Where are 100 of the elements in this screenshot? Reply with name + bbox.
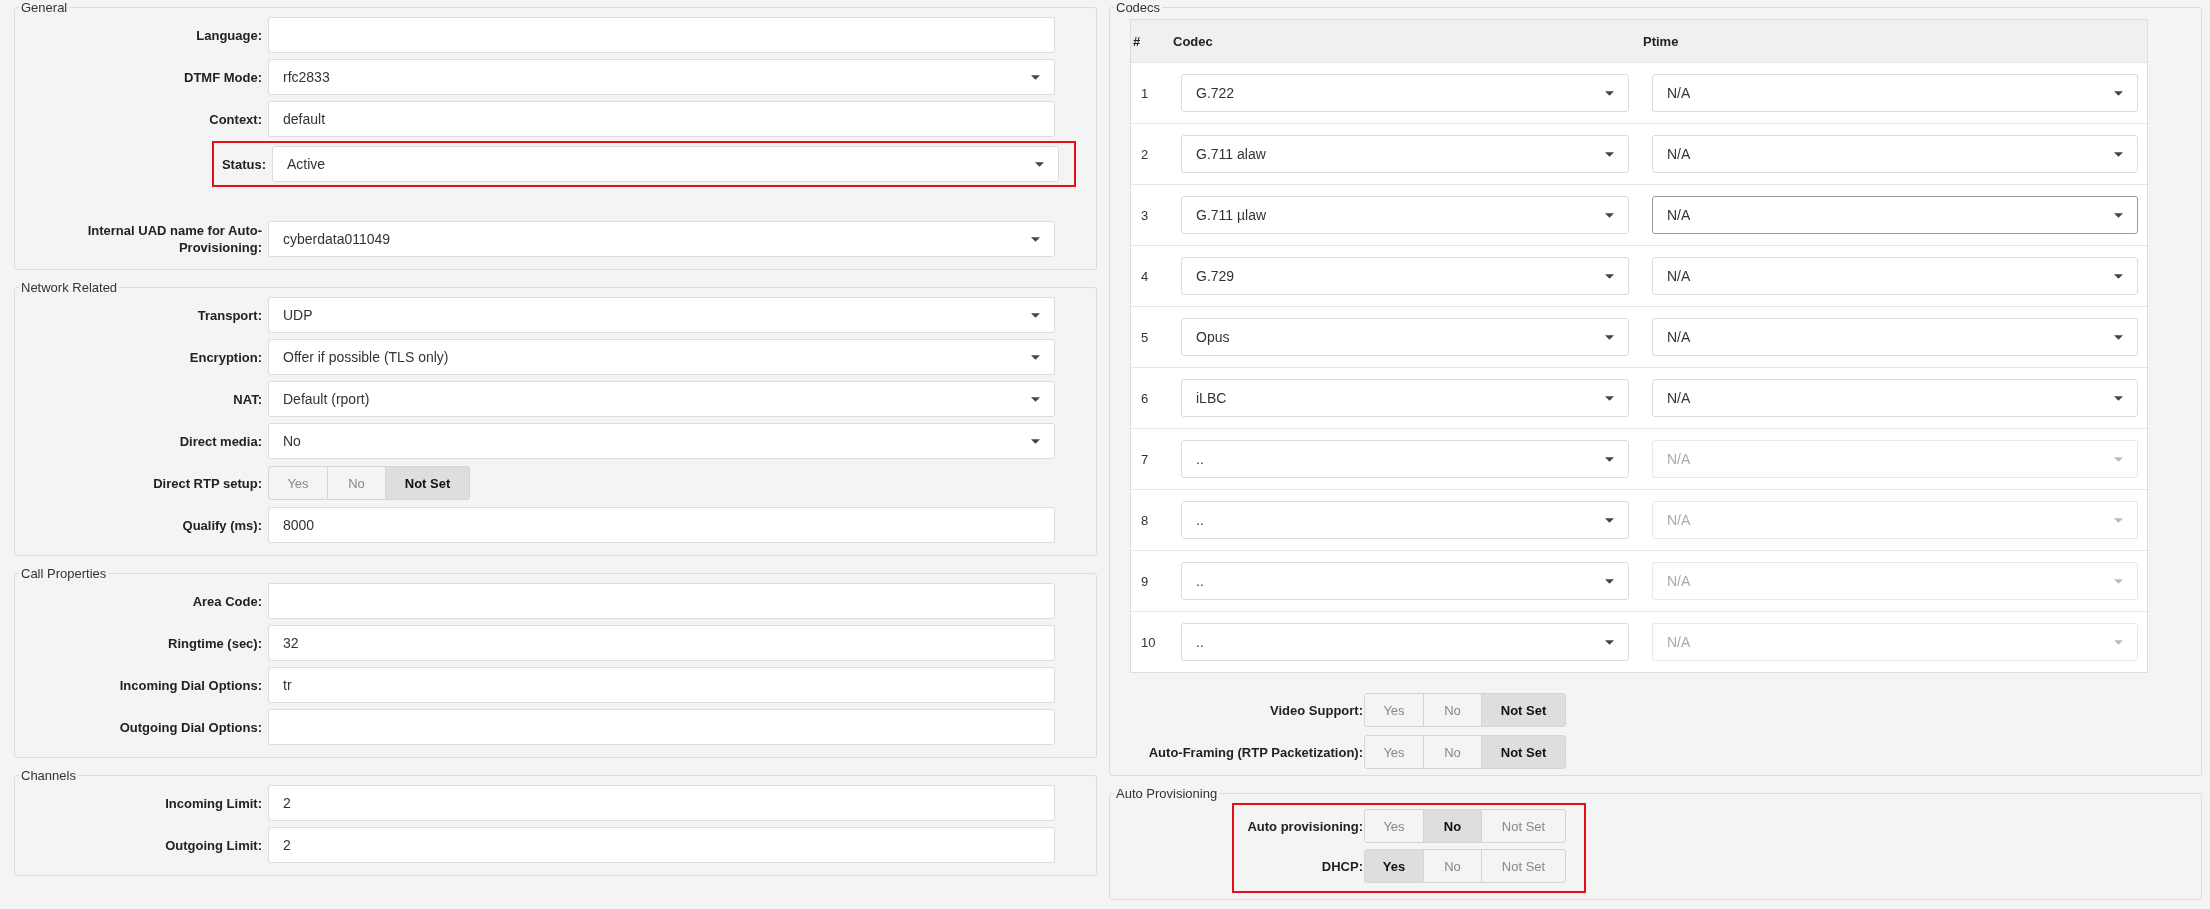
field-label: Direct RTP setup: — [152, 474, 263, 492]
field-label: Language: — [195, 26, 263, 44]
caret-icon — [2114, 578, 2123, 584]
field-label: Encryption: — [188, 348, 263, 366]
select-field[interactable]: .. — [1181, 501, 1629, 539]
caret-icon — [1605, 395, 1614, 401]
caret-icon — [1031, 236, 1040, 242]
caret-icon — [2114, 273, 2123, 279]
toggle-option[interactable]: No — [1423, 809, 1482, 843]
select-field[interactable]: rfc2833 — [268, 59, 1055, 95]
select-field[interactable]: N/A — [1652, 379, 2138, 417]
text-field[interactable] — [268, 17, 1055, 53]
section-title: Channels — [20, 768, 77, 783]
table-cell-text: 6 — [1140, 390, 1150, 406]
select-field[interactable]: G.711 µlaw — [1181, 196, 1629, 234]
caret-icon — [1605, 456, 1614, 462]
select-field[interactable]: Default (rport) — [268, 381, 1055, 417]
field-label: Auto provisioning: — [1246, 817, 1364, 835]
caret-icon — [1031, 438, 1040, 444]
table-cell-text: 7 — [1140, 451, 1150, 467]
select-field[interactable]: N/A — [1652, 135, 2138, 173]
caret-icon — [2114, 517, 2123, 523]
caret-icon — [1605, 639, 1614, 645]
text-field[interactable] — [268, 583, 1055, 619]
field-label: Qualify (ms): — [181, 516, 263, 534]
section-title: Call Properties — [20, 566, 108, 581]
caret-icon — [1605, 212, 1614, 218]
toggle-option[interactable]: Not Set — [385, 466, 470, 500]
field-label: Ringtime (sec): — [167, 634, 263, 652]
text-field[interactable]: 32 — [268, 625, 1055, 661]
caret-icon — [2114, 395, 2123, 401]
text-field[interactable]: default — [268, 101, 1055, 137]
column-header: # — [1132, 33, 1142, 49]
caret-icon — [1031, 74, 1040, 80]
column-header: Codec — [1173, 33, 1214, 49]
caret-icon — [1605, 578, 1614, 584]
text-field[interactable] — [268, 709, 1055, 745]
field-label: DTMF Mode: — [183, 68, 263, 86]
field-label: DHCP: — [1320, 857, 1364, 875]
caret-icon — [1605, 517, 1614, 523]
field-label: Incoming Dial Options: — [118, 676, 263, 694]
section-title: Auto Provisioning — [1115, 786, 1219, 801]
table-cell-text: 8 — [1140, 512, 1150, 528]
text-field[interactable]: 8000 — [268, 507, 1055, 543]
field-label: Outgoing Dial Options: — [118, 718, 263, 736]
field-label: Area Code: — [191, 592, 263, 610]
caret-icon — [2114, 456, 2123, 462]
select-field[interactable]: No — [268, 423, 1055, 459]
field-label: Internal UAD name for Auto-Provisioning: — [86, 222, 263, 256]
caret-icon — [2114, 212, 2123, 218]
caret-icon — [2114, 639, 2123, 645]
toggle-option[interactable]: Yes — [1364, 849, 1424, 883]
table-cell-text: 1 — [1140, 85, 1150, 101]
field-label: Outgoing Limit: — [164, 836, 263, 854]
select-field[interactable]: G.722 — [1181, 74, 1629, 112]
caret-icon — [1031, 396, 1040, 402]
caret-icon — [2114, 151, 2123, 157]
select-field[interactable]: Opus — [1181, 318, 1629, 356]
select-field[interactable]: Offer if possible (TLS only) — [268, 339, 1055, 375]
select-field[interactable]: G.711 alaw — [1181, 135, 1629, 173]
field-label: Direct media: — [178, 432, 263, 450]
section-title: Network Related — [20, 280, 119, 295]
caret-icon — [1031, 312, 1040, 318]
caret-icon — [1605, 334, 1614, 340]
select-field[interactable]: .. — [1181, 562, 1629, 600]
select-field[interactable]: .. — [1181, 440, 1629, 478]
select-field[interactable]: iLBC — [1181, 379, 1629, 417]
table-cell-text: 9 — [1140, 573, 1150, 589]
text-field[interactable]: 2 — [268, 827, 1055, 863]
select-field[interactable]: .. — [1181, 623, 1629, 661]
caret-icon — [1035, 161, 1044, 167]
toggle-option[interactable]: Not Set — [1481, 693, 1566, 727]
select-field[interactable]: N/A — [1652, 196, 2138, 234]
field-label: Incoming Limit: — [164, 794, 263, 812]
field-label: Transport: — [196, 306, 263, 324]
table-cell-text: 3 — [1140, 207, 1150, 223]
select-field[interactable]: N/A — [1652, 257, 2138, 295]
select-field[interactable]: Active — [272, 146, 1059, 182]
section-title: Codecs — [1115, 0, 1162, 15]
caret-icon — [1605, 90, 1614, 96]
caret-icon — [2114, 90, 2123, 96]
field-label: NAT: — [232, 390, 263, 408]
toggle-option[interactable]: Not Set — [1481, 735, 1566, 769]
column-header: Ptime — [1643, 33, 1679, 49]
select-field[interactable]: UDP — [268, 297, 1055, 333]
select-field[interactable]: N/A — [1652, 318, 2138, 356]
caret-icon — [1605, 273, 1614, 279]
text-field[interactable]: 2 — [268, 785, 1055, 821]
text-field[interactable]: tr — [268, 667, 1055, 703]
caret-icon — [1605, 151, 1614, 157]
caret-icon — [2114, 334, 2123, 340]
table-cell-text: 4 — [1140, 268, 1150, 284]
table-cell-text: 10 — [1140, 634, 1157, 650]
select-field[interactable]: G.729 — [1181, 257, 1629, 295]
field-label: Status: — [220, 155, 267, 173]
field-label: Video Support: — [1269, 701, 1364, 719]
section-title: General — [20, 0, 69, 15]
select-field[interactable]: cyberdata011049 — [268, 221, 1055, 257]
caret-icon — [1031, 354, 1040, 360]
select-field[interactable]: N/A — [1652, 74, 2138, 112]
